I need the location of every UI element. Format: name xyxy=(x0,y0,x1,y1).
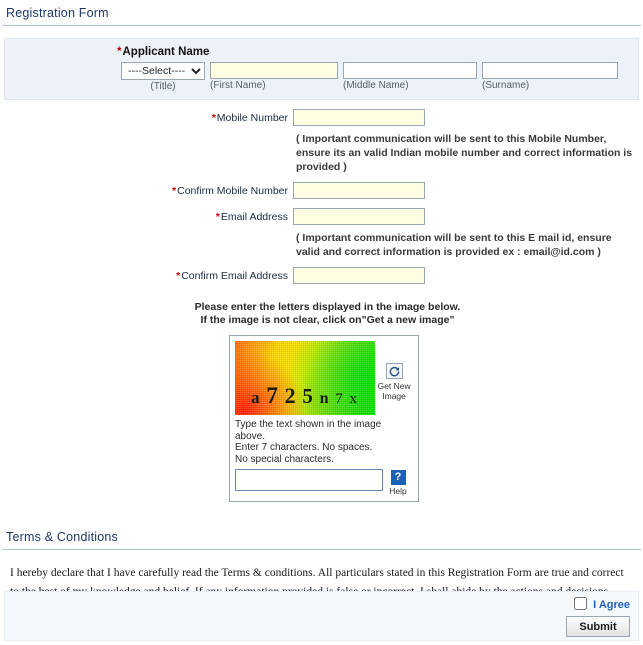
agree-row: I Agree xyxy=(5,592,638,611)
agree-checkbox[interactable] xyxy=(574,597,588,610)
applicant-name-panel: *Applicant Name ----Select---- (Title) (… xyxy=(4,38,639,100)
page-title-divider xyxy=(2,25,641,26)
captcha-char: 2 xyxy=(284,383,298,408)
terms-divider xyxy=(2,549,641,550)
field-row-confirm-email-address: *Confirm Email Address xyxy=(0,267,643,285)
confirm-mobile-number-label-text: Confirm Mobile Number xyxy=(177,185,288,197)
email-address-label-text: Email Address xyxy=(220,211,288,223)
confirm-email-address-label: *Confirm Email Address xyxy=(0,267,293,285)
captcha-instruction-line1: Type the text shown in the image above. xyxy=(235,419,382,442)
contact-fields: *Mobile Number ( Important communication… xyxy=(0,109,643,285)
captcha-char: a xyxy=(251,388,262,407)
email-address-note: ( Important communication will be sent t… xyxy=(296,232,612,258)
captcha-box: a 7 2 5 n 7 x Get New Image Type the tex… xyxy=(229,335,419,502)
refresh-icon[interactable] xyxy=(385,363,403,379)
required-asterisk: * xyxy=(211,112,216,124)
captcha-input[interactable] xyxy=(235,469,383,491)
surname-cell: (Surname) xyxy=(482,62,618,91)
confirm-email-address-input[interactable] xyxy=(293,267,425,284)
captcha-char: n xyxy=(319,390,331,407)
captcha-char: 7 xyxy=(335,391,345,407)
get-new-image-button[interactable]: Get New Image xyxy=(375,341,413,401)
help-label: Help xyxy=(389,486,407,496)
captcha-char: x xyxy=(349,391,360,407)
title-cell: ----Select---- (Title) xyxy=(121,62,205,92)
agree-label: I Agree xyxy=(593,599,630,611)
captcha-entry-row: ? Help xyxy=(235,469,413,496)
captcha-instruction-line2: Enter 7 characters. No spaces. xyxy=(235,442,373,453)
mobile-number-note: ( Important communication will be sent t… xyxy=(296,133,633,173)
mobile-number-label: *Mobile Number xyxy=(0,109,293,127)
captcha-intro-line2-quoted: "Get a new image" xyxy=(361,314,455,326)
page-title-text: Registration Form xyxy=(6,6,109,20)
applicant-name-label: *Applicant Name xyxy=(5,45,638,59)
applicant-name-inputs-row: ----Select---- (Title) (First Name) (Mid… xyxy=(5,62,638,92)
captcha-intro-line2: If the image is not clear, click on"Get … xyxy=(12,314,643,327)
confirm-email-address-label-text: Confirm Email Address xyxy=(181,270,288,282)
required-asterisk: * xyxy=(117,46,122,58)
middle-name-cell: (Middle Name) xyxy=(343,62,477,91)
confirm-mobile-number-input[interactable] xyxy=(293,182,425,199)
middle-name-input[interactable] xyxy=(343,62,477,79)
captcha-intro: Please enter the letters displayed in th… xyxy=(0,301,643,327)
applicant-name-label-text: Applicant Name xyxy=(122,46,210,58)
captcha-instructions: Type the text shown in the image above. … xyxy=(235,419,413,465)
get-new-image-label: Get New Image xyxy=(377,380,411,401)
captcha-intro-line2-prefix: If the image is not clear, click on xyxy=(200,314,362,326)
captcha-instruction-line3: No special characters. xyxy=(235,453,334,465)
terms-heading: Terms & Conditions xyxy=(6,530,118,544)
captcha-image-row: a 7 2 5 n 7 x Get New Image xyxy=(235,341,413,415)
required-asterisk: * xyxy=(176,270,181,282)
first-name-input[interactable] xyxy=(210,62,338,79)
captcha-char: 5 xyxy=(302,384,315,408)
title-select[interactable]: ----Select---- xyxy=(121,62,205,80)
mobile-number-input[interactable] xyxy=(293,109,425,126)
help-icon[interactable]: ? xyxy=(390,470,406,485)
email-address-input[interactable] xyxy=(293,208,425,225)
page-title: Registration Form xyxy=(0,0,643,26)
captcha-image-text: a 7 2 5 n 7 x xyxy=(235,383,375,409)
field-row-confirm-mobile-number: *Confirm Mobile Number xyxy=(0,182,643,200)
field-row-mobile-number: *Mobile Number xyxy=(0,109,643,127)
captcha-intro-line1: Please enter the letters displayed in th… xyxy=(194,301,461,313)
required-asterisk: * xyxy=(172,185,177,197)
surname-sub-label: (Surname) xyxy=(482,80,530,91)
submit-button[interactable]: Submit xyxy=(566,616,630,637)
captcha-image: a 7 2 5 n 7 x xyxy=(235,341,376,415)
first-name-sub-label: (First Name) xyxy=(210,80,266,91)
submit-row: Submit xyxy=(5,611,638,637)
confirm-mobile-number-label: *Confirm Mobile Number xyxy=(0,182,293,200)
help-button[interactable]: ? Help xyxy=(383,469,413,496)
mobile-number-label-text: Mobile Number xyxy=(216,112,288,124)
surname-input[interactable] xyxy=(482,62,618,79)
email-address-label: *Email Address xyxy=(0,208,293,226)
footer-panel: I Agree Submit xyxy=(4,591,639,641)
field-row-email-address: *Email Address xyxy=(0,208,643,226)
required-asterisk: * xyxy=(215,211,220,223)
middle-name-sub-label: (Middle Name) xyxy=(343,80,409,91)
captcha-char: 7 xyxy=(266,383,280,408)
title-sub-label: (Title) xyxy=(150,81,176,92)
first-name-cell: (First Name) xyxy=(210,62,338,91)
